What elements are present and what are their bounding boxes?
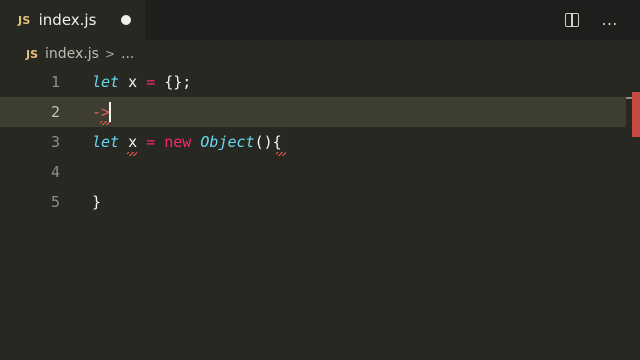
code-line-active[interactable]: 2 -> bbox=[0, 97, 626, 127]
vertical-scrollbar[interactable] bbox=[626, 67, 640, 360]
code-text: let x = new Object(){ bbox=[92, 133, 282, 151]
text-cursor bbox=[109, 102, 111, 122]
split-editor-icon[interactable] bbox=[560, 8, 584, 32]
scrollbar-error-marker bbox=[632, 92, 640, 137]
javascript-file-icon: JS bbox=[18, 13, 31, 27]
code-line[interactable]: 5 } bbox=[0, 187, 626, 217]
code-line[interactable]: 4 bbox=[0, 157, 626, 187]
line-number: 1 bbox=[50, 73, 60, 91]
breadcrumb: JS index.js > ... bbox=[0, 40, 640, 68]
more-actions-icon[interactable]: … bbox=[598, 8, 622, 32]
code-line[interactable]: 3 let x = new Object(){ bbox=[0, 127, 626, 157]
tab-title: index.js bbox=[38, 11, 97, 29]
breadcrumb-file[interactable]: index.js bbox=[45, 46, 99, 62]
tab-index-js[interactable]: JS index.js bbox=[0, 0, 145, 40]
error-squiggle bbox=[127, 152, 137, 156]
line-number: 2 bbox=[50, 103, 60, 121]
code-text: let x = {}; bbox=[92, 73, 192, 91]
line-number: 4 bbox=[50, 163, 60, 181]
line-number: 3 bbox=[50, 133, 60, 151]
code-editor[interactable]: 1 let x = {}; 2 -> 3 let x = new Object(… bbox=[0, 67, 640, 360]
chevron-right-icon: > bbox=[104, 47, 116, 61]
line-number: 5 bbox=[50, 193, 60, 211]
tab-bar: JS index.js … bbox=[0, 0, 640, 40]
javascript-file-icon: JS bbox=[26, 47, 39, 61]
breadcrumb-more[interactable]: ... bbox=[121, 46, 134, 62]
code-text: } bbox=[92, 193, 102, 211]
editor-actions: … bbox=[560, 8, 622, 32]
code-line[interactable]: 1 let x = {}; bbox=[0, 67, 626, 97]
error-squiggle bbox=[276, 152, 286, 156]
unsaved-dot-icon[interactable] bbox=[121, 15, 131, 25]
